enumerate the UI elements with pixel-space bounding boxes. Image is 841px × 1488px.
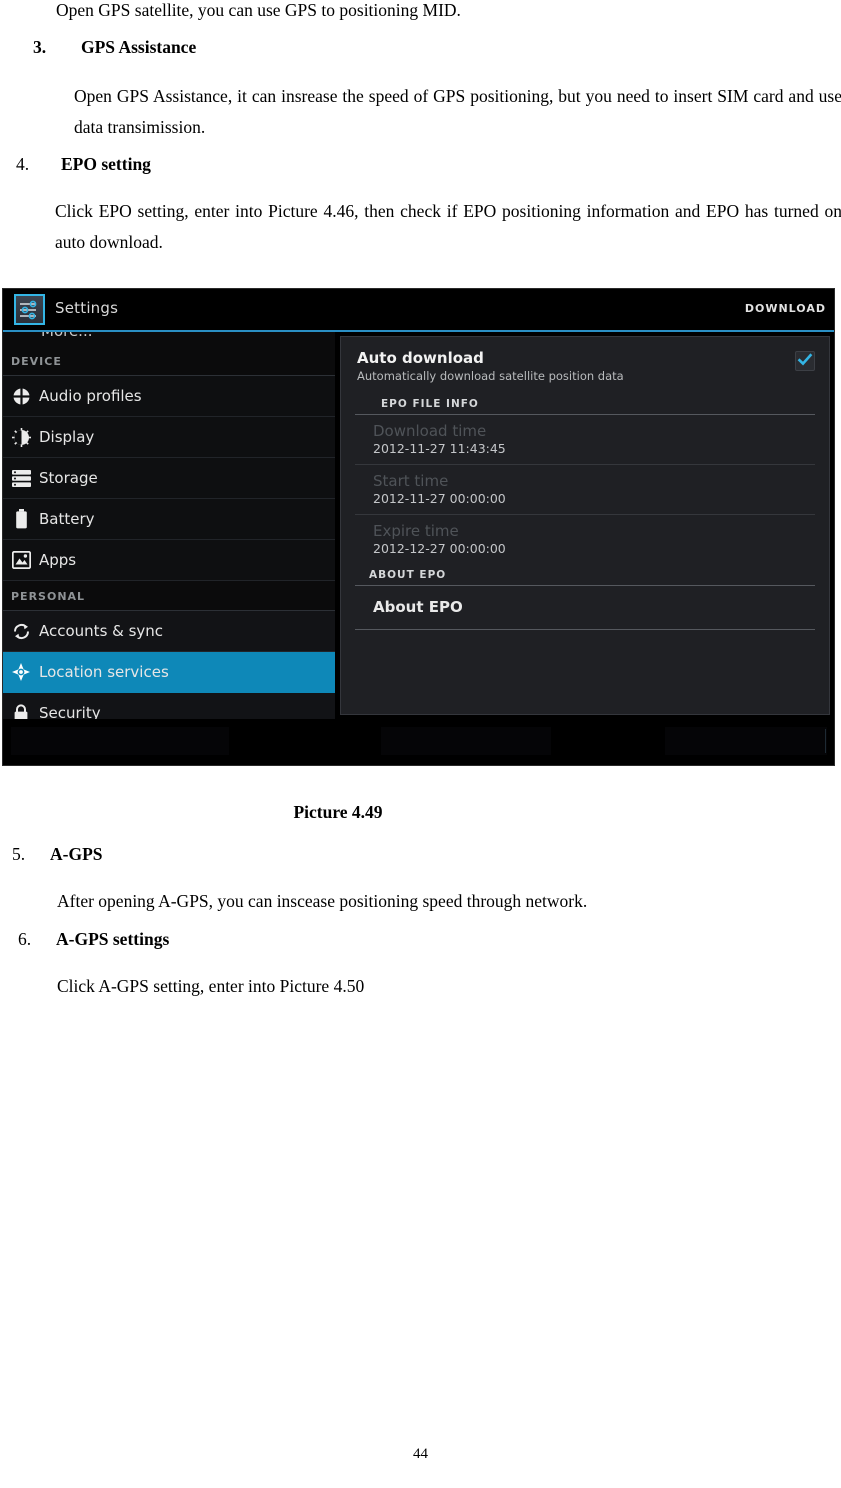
nav-divider <box>825 729 826 753</box>
system-navigation-bar[interactable] <box>3 719 834 765</box>
row-value: 2012-11-27 11:43:45 <box>373 441 506 456</box>
epo-start-time-row[interactable]: Start time 2012-11-27 00:00:00 <box>355 465 815 515</box>
battery-icon <box>3 509 39 529</box>
paragraph-block: Open GPS Assistance, it can insrease the… <box>74 81 841 143</box>
auto-download-summary: Automatically download satellite positio… <box>357 369 624 383</box>
auto-download-row[interactable]: Auto download Automatically download sat… <box>341 337 829 393</box>
paragraph-block: After opening A-GPS, you can inscease po… <box>57 886 837 917</box>
sidebar-group-header-personal: PERSONAL <box>3 581 335 611</box>
nav-segment <box>665 727 827 755</box>
app-title: Settings <box>55 299 119 317</box>
list-label: EPO setting <box>61 154 151 174</box>
paragraph-text: Open GPS satellite, you can use GPS to p… <box>56 0 461 20</box>
paragraph-block: Click A-GPS setting, enter into Picture … <box>57 971 837 1002</box>
sidebar-item-audio-profiles[interactable]: Audio profiles <box>3 376 335 417</box>
numbered-heading-4: 4. EPO setting <box>16 154 816 175</box>
sidebar-item-label: Battery <box>39 510 95 528</box>
sidebar-group-header-device: DEVICE <box>3 346 335 376</box>
epo-download-time-row[interactable]: Download time 2012-11-27 11:43:45 <box>355 415 815 465</box>
paragraph-text: Click EPO setting, enter into Picture 4.… <box>55 201 841 252</box>
apps-icon <box>3 551 39 569</box>
sidebar-item-label: Apps <box>39 551 77 569</box>
row-value: 2012-11-27 00:00:00 <box>373 491 506 506</box>
row-label: Start time <box>373 472 449 490</box>
sidebar-item-security[interactable]: Security <box>3 693 335 719</box>
checkmark-icon <box>797 353 813 366</box>
settings-sidebar[interactable]: More... DEVICE Audio profiles Display St… <box>3 332 335 719</box>
list-number: 4. <box>16 154 30 174</box>
paragraph-text: After opening A-GPS, you can inscease po… <box>57 891 588 911</box>
paragraph-block: Open GPS satellite, you can use GPS to p… <box>56 0 841 26</box>
list-number: 3. <box>33 37 47 57</box>
list-number: 6. <box>18 929 32 949</box>
display-brightness-icon <box>3 427 39 447</box>
numbered-heading-3: 3. GPS Assistance <box>33 37 833 58</box>
sidebar-item-label: Storage <box>39 469 98 487</box>
paragraph-text: Open GPS Assistance, it can insrease the… <box>74 86 841 137</box>
sidebar-item-battery[interactable]: Battery <box>3 499 335 540</box>
sync-icon <box>3 622 39 641</box>
figure-caption: Picture 4.49 <box>293 802 383 822</box>
epo-settings-panel: Auto download Automatically download sat… <box>340 336 830 715</box>
epo-file-info-section-header: EPO FILE INFO <box>355 393 815 415</box>
nav-segment <box>11 727 229 755</box>
row-label: Download time <box>373 422 487 440</box>
page-number: 44 <box>413 1446 428 1462</box>
sidebar-item-label: Security <box>39 704 101 719</box>
action-bar: Settings DOWNLOAD <box>3 289 834 332</box>
list-label: A-GPS <box>50 844 103 864</box>
list-label: A-GPS settings <box>56 929 170 949</box>
row-value: 2012-12-27 00:00:00 <box>373 541 506 556</box>
row-label: Expire time <box>373 522 459 540</box>
list-label: GPS Assistance <box>81 37 197 57</box>
android-settings-screenshot: Settings DOWNLOAD More... DEVICE Audio p… <box>2 288 835 766</box>
about-epo-section-header: ABOUT EPO <box>355 564 815 586</box>
sidebar-item-label: More... <box>41 332 93 340</box>
sidebar-item-label: Accounts & sync <box>39 622 164 640</box>
epo-expire-time-row[interactable]: Expire time 2012-12-27 00:00:00 <box>355 515 815 564</box>
sidebar-item-display[interactable]: Display <box>3 417 335 458</box>
sidebar-item-storage[interactable]: Storage <box>3 458 335 499</box>
sidebar-item-accounts-sync[interactable]: Accounts & sync <box>3 611 335 652</box>
sidebar-item-label: Location services <box>39 663 169 681</box>
sidebar-item-more-partial[interactable]: More... <box>3 332 335 346</box>
numbered-heading-5: 5. A-GPS <box>12 844 812 865</box>
sidebar-item-apps[interactable]: Apps <box>3 540 335 581</box>
location-crosshair-icon <box>3 662 39 682</box>
audio-profiles-icon <box>3 386 39 406</box>
auto-download-checkbox[interactable] <box>795 351 815 371</box>
paragraph-block: Click EPO setting, enter into Picture 4.… <box>55 196 841 258</box>
nav-segment <box>381 727 551 755</box>
storage-icon <box>3 469 39 487</box>
lock-icon <box>3 703 39 719</box>
about-epo-row[interactable]: About EPO <box>355 586 815 630</box>
sidebar-item-label: Audio profiles <box>39 387 142 405</box>
download-action-button[interactable]: DOWNLOAD <box>745 302 826 315</box>
sidebar-item-location-services[interactable]: Location services <box>3 652 335 693</box>
paragraph-text: Click A-GPS setting, enter into Picture … <box>57 976 365 996</box>
numbered-heading-6: 6. A-GPS settings <box>18 929 818 950</box>
list-number: 5. <box>12 844 26 864</box>
auto-download-title: Auto download <box>357 349 484 367</box>
about-epo-label: About EPO <box>373 598 463 616</box>
settings-sliders-icon <box>14 294 45 325</box>
sidebar-item-label: Display <box>39 428 95 446</box>
